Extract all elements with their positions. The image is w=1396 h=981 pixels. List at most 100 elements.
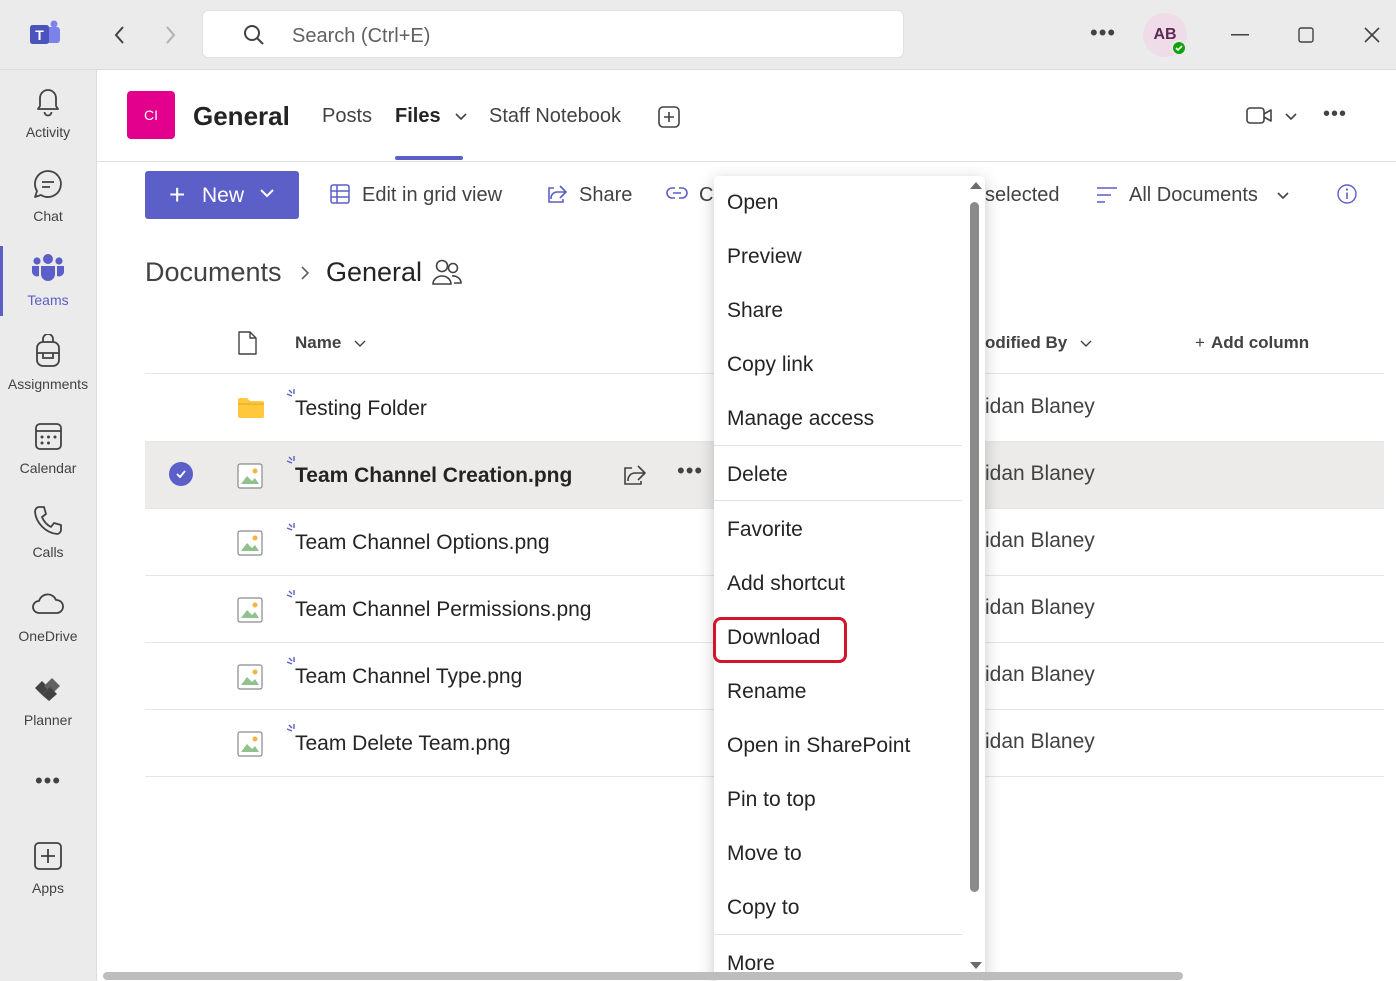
rail-label: Assignments — [7, 376, 89, 392]
row-selected-check-icon[interactable] — [169, 462, 193, 486]
download-highlight-annotation — [713, 617, 847, 663]
row-more-icon[interactable]: ••• — [677, 458, 703, 484]
menu-item-favorite[interactable]: Favorite — [727, 518, 803, 542]
chevron-down-icon — [1080, 340, 1092, 347]
context-menu: Open Preview Share Copy link Manage acce… — [714, 176, 985, 981]
planner-icon — [30, 670, 66, 706]
rail-label: Planner — [23, 712, 73, 728]
chevron-down-icon — [455, 113, 467, 120]
file-name[interactable]: Team Channel Permissions.png — [295, 598, 591, 622]
add-apps-icon — [30, 838, 66, 874]
rail-label: Calendar — [19, 460, 77, 476]
file-name[interactable]: Testing Folder — [295, 397, 427, 421]
menu-item-copy-link[interactable]: Copy link — [727, 353, 813, 377]
modified-by: idan Blaney — [985, 395, 1095, 418]
calendar-icon — [30, 418, 66, 454]
rail-item-onedrive[interactable]: OneDrive — [0, 586, 96, 666]
add-column-button[interactable]: + Add column — [1195, 333, 1309, 353]
image-file-icon — [237, 731, 263, 762]
backpack-icon — [30, 333, 66, 370]
team-tile[interactable]: CI — [127, 91, 175, 139]
channel-more-icon[interactable]: ••• — [1323, 103, 1347, 126]
menu-item-open-in-sharepoint[interactable]: Open in SharePoint — [727, 734, 910, 758]
edit-grid-view-button[interactable]: Edit in grid view — [362, 184, 502, 207]
plus-icon: + — [1195, 333, 1205, 352]
rail-item-chat[interactable]: Chat — [0, 166, 96, 246]
title-bar: T Search (Ctrl+E) ••• AB — [0, 0, 1396, 70]
copy-link-button[interactable]: C — [699, 184, 713, 207]
rail-item-activity[interactable]: Activity — [0, 82, 96, 162]
menu-item-pin-to-top[interactable]: Pin to top — [727, 788, 816, 812]
rail-label: Calls — [32, 544, 64, 560]
tab-files-label: Files — [395, 105, 441, 127]
new-button[interactable]: + New — [145, 171, 299, 219]
file-name[interactable]: Team Channel Creation.png — [295, 464, 572, 488]
scroll-down-arrow-icon[interactable] — [969, 961, 983, 971]
grid-view-icon — [330, 184, 350, 209]
menu-item-rename[interactable]: Rename — [727, 680, 806, 704]
more-apps-icon: ••• — [34, 768, 62, 793]
rail-item-teams[interactable]: Teams — [0, 250, 96, 330]
horizontal-scrollbar[interactable] — [103, 972, 1183, 980]
menu-item-move-to[interactable]: Move to — [727, 842, 802, 866]
modified-by: idan Blaney — [985, 529, 1095, 552]
forward-arrow-icon[interactable] — [157, 22, 183, 48]
row-share-icon[interactable] — [623, 464, 647, 491]
breadcrumb-documents[interactable]: Documents — [145, 257, 282, 288]
file-name[interactable]: Team Delete Team.png — [295, 732, 511, 756]
menu-item-copy-to[interactable]: Copy to — [727, 896, 799, 920]
tab-staff-notebook[interactable]: Staff Notebook — [489, 105, 621, 128]
share-icon — [546, 184, 568, 209]
rail-item-calendar[interactable]: Calendar — [0, 418, 96, 498]
search-placeholder: Search (Ctrl+E) — [292, 25, 431, 47]
view-selector[interactable]: All Documents — [1129, 184, 1290, 207]
file-name[interactable]: Team Channel Options.png — [295, 531, 550, 555]
menu-scrollbar-thumb[interactable] — [970, 202, 979, 892]
menu-item-manage-access[interactable]: Manage access — [727, 407, 874, 431]
menu-item-open[interactable]: Open — [727, 191, 778, 215]
chat-icon — [30, 166, 66, 202]
menu-item-add-shortcut[interactable]: Add shortcut — [727, 572, 845, 596]
rail-item-assignments[interactable]: Assignments — [0, 333, 96, 414]
teams-people-icon — [30, 250, 66, 286]
meet-video-icon[interactable] — [1246, 105, 1298, 132]
info-icon[interactable] — [1337, 184, 1357, 209]
column-header-name[interactable]: Name — [295, 333, 366, 353]
menu-divider — [714, 934, 962, 935]
channel-title: General — [193, 101, 290, 131]
share-button[interactable]: Share — [579, 184, 632, 207]
column-header-modified-by[interactable]: odified By — [985, 333, 1092, 353]
chevron-down-icon — [260, 189, 274, 198]
teams-window: T Search (Ctrl+E) ••• AB Activity Chat T… — [0, 0, 1396, 981]
modified-by: idan Blaney — [985, 462, 1095, 485]
image-file-icon — [237, 463, 263, 494]
close-icon[interactable] — [1357, 20, 1387, 50]
rail-more-apps[interactable]: ••• — [0, 766, 96, 800]
rail-item-apps[interactable]: Apps — [0, 838, 96, 918]
rail-label: Activity — [25, 124, 71, 140]
tab-posts[interactable]: Posts — [322, 105, 372, 128]
search-icon — [243, 24, 265, 51]
minimize-icon[interactable] — [1225, 20, 1255, 50]
scroll-up-arrow-icon[interactable] — [969, 180, 983, 190]
app-rail: Activity Chat Teams Assignments Calendar… — [0, 70, 97, 981]
image-file-icon — [237, 664, 263, 695]
menu-item-delete[interactable]: Delete — [727, 463, 788, 487]
add-tab-icon[interactable] — [657, 105, 681, 134]
teams-logo-icon[interactable]: T — [30, 20, 62, 50]
plus-icon: + — [169, 179, 186, 210]
breadcrumb-general: General — [326, 257, 423, 287]
file-name[interactable]: Team Channel Type.png — [295, 665, 522, 689]
back-arrow-icon[interactable] — [107, 22, 133, 48]
maximize-icon[interactable] — [1291, 20, 1321, 50]
menu-item-share[interactable]: Share — [727, 299, 783, 323]
selected-count: selected — [985, 184, 1060, 206]
search-box[interactable]: Search (Ctrl+E) — [202, 10, 904, 58]
tab-files[interactable]: Files — [395, 105, 468, 128]
menu-item-preview[interactable]: Preview — [727, 245, 802, 269]
more-options-icon[interactable]: ••• — [1090, 20, 1116, 46]
chevron-right-icon — [299, 264, 311, 287]
rail-item-calls[interactable]: Calls — [0, 502, 96, 582]
rail-item-planner[interactable]: Planner — [0, 670, 96, 750]
image-file-icon — [237, 530, 263, 561]
